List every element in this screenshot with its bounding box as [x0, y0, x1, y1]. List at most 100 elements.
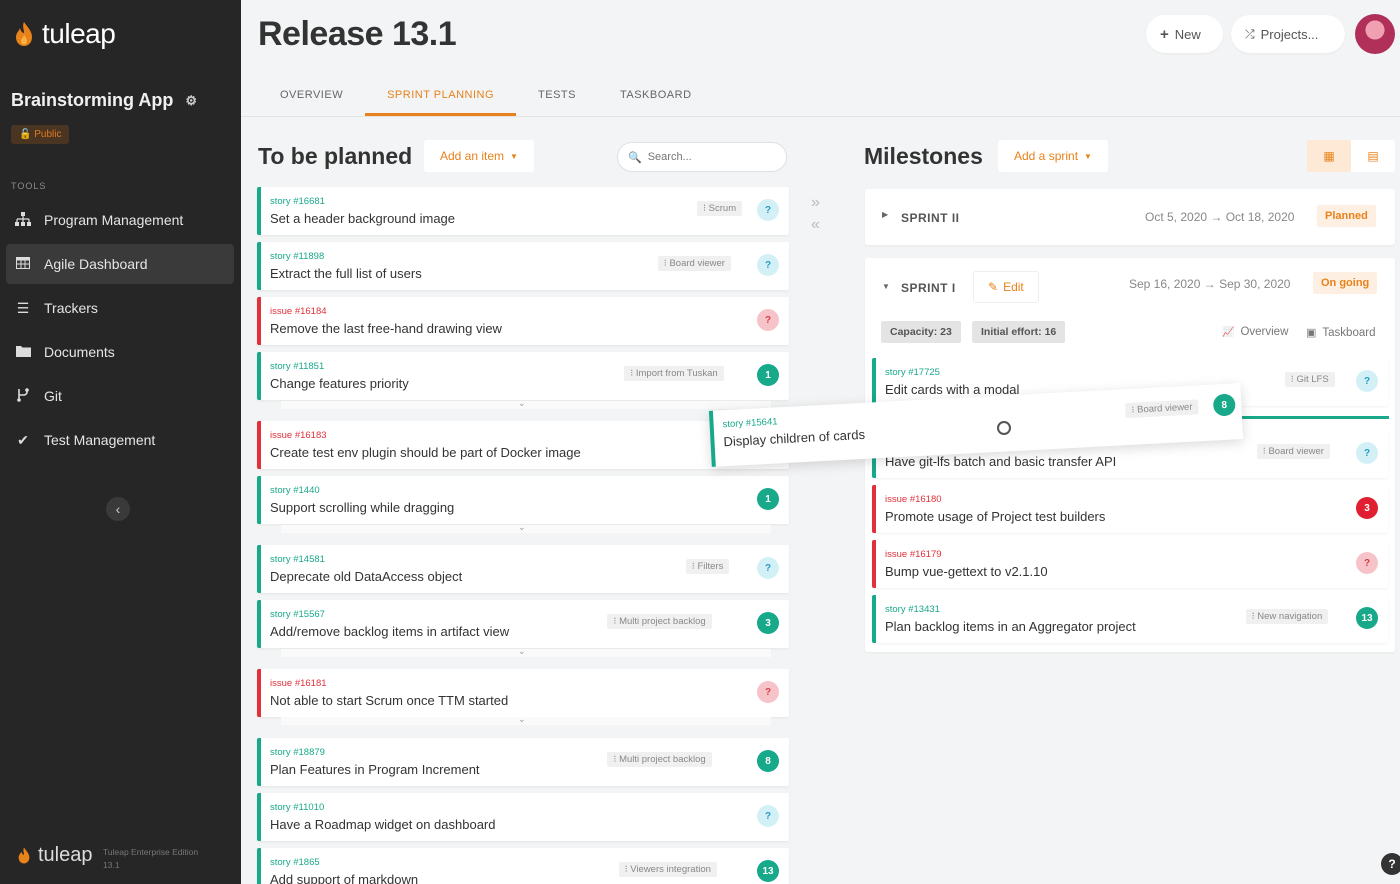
add-item-button[interactable]: Add an item ▼ — [424, 140, 534, 172]
issue-card[interactable]: issue #16181 Not able to start Scrum once… — [257, 669, 789, 717]
tab-overview[interactable]: OVERVIEW — [258, 76, 365, 116]
sprint-name: SPRINT I — [901, 281, 956, 295]
card-tag: ⁝ New navigation — [1245, 609, 1329, 624]
add-sprint-button[interactable]: Add a sprint ▼ — [998, 140, 1108, 172]
sidebar: tuleap Brainstorming App ⚙ 🔓 Public TOOL… — [0, 0, 241, 884]
overview-link[interactable]: 📈 Overview — [1222, 326, 1288, 338]
table-icon — [14, 256, 32, 272]
card-title: Support scrolling while dragging — [270, 500, 455, 515]
effort-badge: ? — [1356, 552, 1378, 574]
sprint-2-panel[interactable]: ▶ SPRINT II Oct 5, 2020 → Oct 18, 2020 P… — [865, 189, 1395, 245]
taskboard-link[interactable]: ▣ Taskboard — [1306, 326, 1375, 340]
footer-logo-text: tuleap — [38, 844, 93, 866]
card-tag-label: Board viewer — [1136, 401, 1193, 416]
add-item-label: Add an item — [440, 149, 505, 163]
expand-children-icon[interactable]: ⌄ — [518, 398, 526, 409]
story-card[interactable]: story #1865 Add support of markdown ⁝ View… — [257, 848, 789, 884]
gear-icon[interactable]: ⚙ — [185, 93, 197, 109]
expand-children-icon[interactable]: ⌄ — [518, 522, 526, 533]
projects-button[interactable]: ⤮ Projects... — [1231, 15, 1345, 53]
footer-logo: tuleap — [16, 844, 93, 867]
card-id: issue #16180 — [885, 494, 942, 505]
card-tag: ⁝ Multi project backlog — [607, 614, 712, 629]
effort-badge: ? — [757, 199, 779, 221]
project-name[interactable]: Brainstorming App ⚙ — [11, 90, 197, 111]
search-icon: 🔍 — [628, 151, 642, 164]
card-title: Have a Roadmap widget on dashboard — [270, 817, 496, 832]
sidebar-item-trackers[interactable]: ☰ Trackers — [6, 288, 234, 328]
expand-children-icon[interactable]: ⌄ — [518, 714, 526, 725]
caret-down-icon: ▼ — [1084, 151, 1092, 161]
card-tag: ⁝ Board viewer — [1125, 399, 1199, 419]
expand-children-icon[interactable]: ⌄ — [518, 646, 526, 657]
card-id: story #11851 — [270, 361, 325, 372]
collapse-sidebar-button[interactable]: ‹ — [106, 497, 130, 521]
edition-name: Tuleap Enterprise Edition — [103, 847, 199, 857]
pencil-icon: ✎ — [988, 280, 999, 294]
story-card[interactable]: story #13431 Plan backlog items in an Agg… — [872, 595, 1388, 643]
folder-icon — [14, 344, 32, 360]
issue-card[interactable]: issue #16180 Promote usage of Project tes… — [872, 485, 1388, 533]
edit-sprint-button[interactable]: ✎ Edit — [973, 271, 1039, 303]
card-title: Remove the last free-hand drawing view — [270, 321, 502, 336]
effort-badge: ? — [757, 557, 779, 579]
card-tag-label: Multi project backlog — [619, 616, 706, 627]
list-view-button[interactable]: ▤ — [1351, 140, 1395, 172]
milestones-title: Milestones — [864, 143, 983, 169]
sidebar-item-test-management[interactable]: ✔ Test Management — [6, 420, 234, 460]
help-button[interactable]: ? — [1381, 853, 1400, 875]
card-id: story #15641 — [722, 416, 778, 431]
sidebar-item-agile-dashboard[interactable]: Agile Dashboard — [6, 244, 234, 284]
story-card[interactable]: story #11010 Have a Roadmap widget on das… — [257, 793, 789, 841]
search-box[interactable]: 🔍 — [617, 142, 787, 172]
effort-badge: ? — [757, 309, 779, 331]
visibility-label: Public — [34, 129, 62, 140]
grid-view-button[interactable]: ▦ — [1307, 140, 1351, 172]
tab-tests[interactable]: TESTS — [516, 76, 598, 116]
tab-taskboard[interactable]: TASKBOARD — [598, 76, 714, 116]
story-card[interactable]: story #14581 Deprecate old DataAccess obj… — [257, 545, 789, 593]
card-tag: ⁝ Board viewer — [657, 256, 731, 271]
card-id: story #1440 — [270, 485, 320, 496]
backlog-title: To be planned — [258, 143, 413, 169]
avatar[interactable] — [1355, 14, 1395, 54]
sidebar-item-documents[interactable]: Documents — [6, 332, 234, 372]
story-card[interactable]: story #11851 Change features priority ⁝ Im… — [257, 352, 789, 400]
git-icon — [14, 387, 32, 405]
status-badge: On going — [1313, 272, 1378, 294]
effort-badge: 3 — [1356, 497, 1378, 519]
card-id: story #1865 — [270, 857, 320, 868]
sidebar-item-git[interactable]: Git — [6, 376, 234, 416]
story-card[interactable]: story #18879 Plan Features in Program Inc… — [257, 738, 789, 786]
story-card[interactable]: story #15567 Add/remove backlog items in … — [257, 600, 789, 648]
story-card[interactable]: story #1440 Support scrolling while dragg… — [257, 476, 789, 524]
issue-card[interactable]: issue #16184 Remove the last free-hand dr… — [257, 297, 789, 345]
card-title: Plan backlog items in an Aggregator proj… — [885, 619, 1136, 634]
tuleap-logo[interactable]: tuleap — [12, 18, 116, 50]
move-arrows[interactable]: » « — [811, 192, 820, 236]
card-title: Add support of markdown — [270, 872, 419, 884]
card-tag-label: New navigation — [1257, 611, 1323, 622]
card-tag-label: Board viewer — [1268, 446, 1324, 457]
sprint-dates: Oct 5, 2020 → Oct 18, 2020 — [1145, 210, 1295, 224]
issue-card[interactable]: issue #16179 Bump vue-gettext to v2.1.10? — [872, 540, 1388, 588]
sidebar-item-label: Git — [44, 388, 62, 404]
check-icon: ✔ — [17, 431, 29, 448]
new-button[interactable]: + New — [1146, 15, 1223, 53]
card-title: Bump vue-gettext to v2.1.10 — [885, 564, 1048, 579]
card-tag: ⁝ Board viewer — [1256, 444, 1330, 459]
effort-badge: ? — [1356, 370, 1378, 392]
add-sprint-label: Add a sprint — [1014, 149, 1079, 163]
card-id: story #11010 — [270, 802, 325, 813]
search-input[interactable] — [647, 151, 768, 163]
caret-down-icon[interactable]: ▼ — [882, 282, 890, 291]
arrow-right-icon: » — [811, 194, 820, 211]
capacity-pill: Capacity: 23 — [881, 321, 961, 343]
taskboard-icon: ▣ — [1306, 327, 1317, 339]
effort-badge: ? — [1356, 442, 1378, 464]
story-card[interactable]: story #16681 Set a header background imag… — [257, 187, 789, 235]
card-tag-label: Scrum — [708, 203, 737, 214]
sidebar-item-program-management[interactable]: Program Management — [6, 200, 234, 240]
tab-sprint-planning[interactable]: SPRINT PLANNING — [365, 76, 517, 116]
story-card[interactable]: story #11898 Extract the full list of use… — [257, 242, 789, 290]
